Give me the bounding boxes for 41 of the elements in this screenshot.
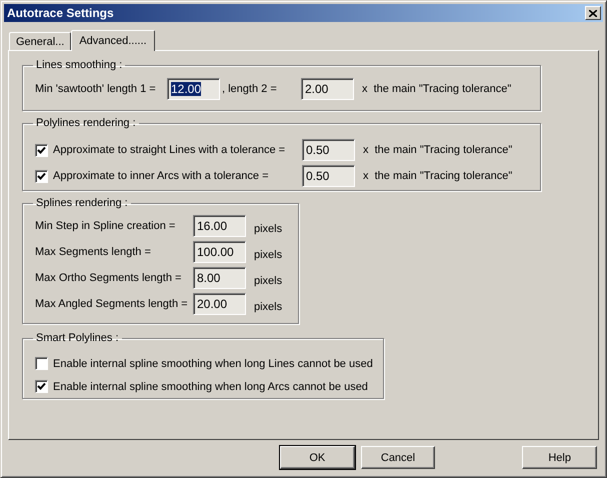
input-field[interactable]: 8.00 <box>193 267 246 289</box>
field-label: Max Angled Segments length = <box>35 298 189 310</box>
close-button[interactable] <box>585 6 601 20</box>
dialog-button[interactable]: Help <box>522 446 598 469</box>
checkbox[interactable] <box>35 380 48 393</box>
field-label: Max Ortho Segments length = <box>35 272 182 284</box>
field-label: , length 2 = <box>221 83 278 95</box>
dialog-button[interactable]: OK <box>280 446 355 469</box>
checkbox-label[interactable]: Enable internal spline smoothing when long Lines cannot be used <box>53 358 373 370</box>
checkbox[interactable] <box>35 357 48 370</box>
group-title: Lines smoothing : <box>35 59 124 71</box>
checkbox-label[interactable]: Approximate to straight Lines with a tolerance = <box>53 144 302 156</box>
input-field[interactable]: 100.00 <box>193 241 246 263</box>
suffix-label: x the main "Tracing tolerance" <box>363 144 512 156</box>
input-field[interactable]: 16.00 <box>193 215 246 237</box>
input-field[interactable]: 0.50 <box>302 139 355 161</box>
tab[interactable]: Advanced...... <box>71 30 155 51</box>
dialog-button[interactable]: Cancel <box>360 446 436 469</box>
checkbox[interactable] <box>35 170 48 182</box>
field-label: Max Segments length = <box>35 246 152 258</box>
group-title: Smart Polylines : <box>35 332 120 344</box>
unit-label: pixels <box>254 248 282 260</box>
unit-label: pixels <box>254 274 282 286</box>
input-field[interactable]: 12.00 <box>167 78 220 100</box>
close-icon <box>589 10 597 16</box>
checkbox-label[interactable]: Approximate to inner Arcs with a tolerance = <box>53 170 302 182</box>
checkbox[interactable] <box>35 144 48 156</box>
tab[interactable]: General... <box>9 32 72 50</box>
unit-label: pixels <box>254 222 282 234</box>
input-field[interactable]: 20.00 <box>193 293 246 315</box>
input-field[interactable]: 2.00 <box>301 78 354 100</box>
unit-label: pixels <box>254 300 282 312</box>
group-title: Splines rendering : <box>35 197 129 209</box>
window-title: Autotrace Settings <box>7 6 114 20</box>
suffix-label: x the main "Tracing tolerance" <box>362 83 512 95</box>
input-field[interactable]: 0.50 <box>302 165 355 187</box>
suffix-label: x the main "Tracing tolerance" <box>363 170 512 182</box>
field-label: Min 'sawtooth' length 1 = <box>35 83 157 95</box>
checkbox-label[interactable]: Enable internal spline smoothing when long Arcs cannot be used <box>53 380 368 392</box>
group-title: Polylines rendering : <box>35 117 137 129</box>
field-label: Min Step in Spline creation = <box>35 220 176 232</box>
